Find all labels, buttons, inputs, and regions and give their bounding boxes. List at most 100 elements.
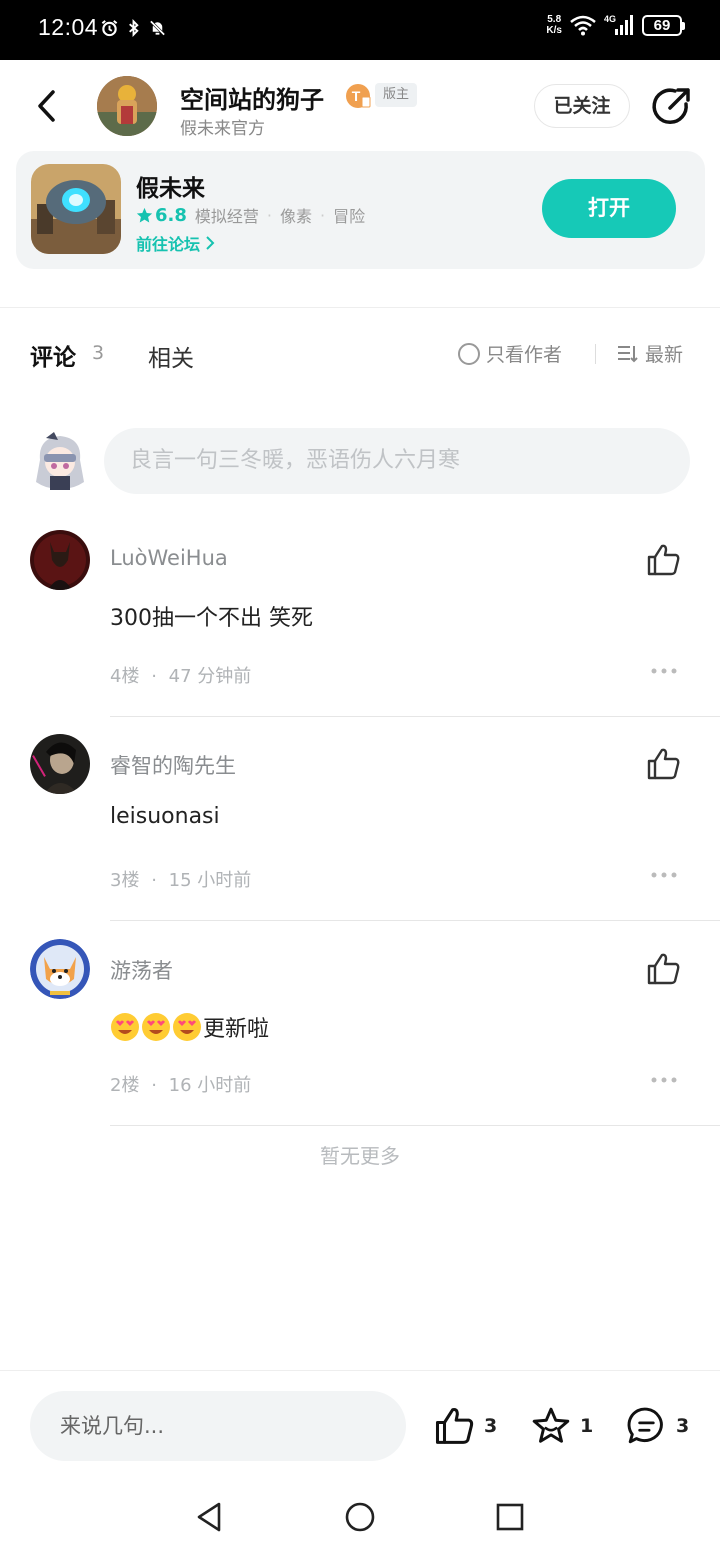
- sort-icon: [618, 345, 638, 362]
- more-options-icon[interactable]: [650, 666, 678, 676]
- comment-text: leisuonasi: [110, 804, 220, 829]
- game-name: 假未来: [136, 176, 205, 202]
- system-nav-bar: [0, 1480, 720, 1554]
- commenter-avatar[interactable]: [30, 530, 90, 590]
- share-icon[interactable]: [648, 84, 694, 130]
- comment-text-row: 更新啦: [110, 1011, 269, 1043]
- back-arrow-icon[interactable]: [28, 86, 68, 126]
- battery-indicator: 69: [642, 14, 685, 36]
- favorite-button[interactable]: 1: [530, 1405, 593, 1447]
- nav-back-icon[interactable]: [193, 1500, 227, 1534]
- like-button[interactable]: 3: [434, 1405, 497, 1447]
- thumbs-up-icon: [435, 1407, 474, 1444]
- comment-item: 睿智的陶先生 leisuonasi 3楼 · 15 小时前: [0, 720, 720, 924]
- comment-tabs: 评论 3 相关 只看作者 最新: [0, 330, 720, 380]
- comment-input[interactable]: 良言一句三冬暖，恶语伤人六月寒: [104, 428, 690, 494]
- nav-recents-icon[interactable]: [493, 1500, 527, 1534]
- comment-meta: 3楼 · 15 小时前: [110, 866, 251, 892]
- comment-count: 3: [676, 1415, 690, 1437]
- game-tag: 模拟经营: [194, 207, 259, 226]
- comment-text: 更新啦: [203, 1017, 270, 1042]
- network-speed-value: 5.8: [547, 14, 562, 25]
- nav-home-icon[interactable]: [343, 1500, 377, 1534]
- game-card[interactable]: 假未来 6.8 模拟经营 · 像素 · 冒险 前往论坛 打开: [16, 151, 705, 269]
- radio-circle-icon: [458, 342, 480, 365]
- current-user-avatar: [32, 430, 88, 494]
- tag-separator: ·: [266, 205, 272, 225]
- game-icon[interactable]: [31, 164, 121, 254]
- signal-icon: [615, 15, 633, 35]
- status-bar: 12:04 5.8 K/s 4G 69: [0, 0, 720, 60]
- like-count: 3: [484, 1415, 498, 1437]
- comment-divider: [110, 716, 720, 717]
- game-meta: 6.8 模拟经营 · 像素 · 冒险: [136, 203, 365, 227]
- comment-time: 15 小时前: [168, 870, 252, 891]
- post-header: 空间站的狗子 T 版主 假未来官方 已关注: [0, 60, 720, 150]
- only-author-toggle[interactable]: 只看作者: [458, 340, 562, 367]
- commenter-avatar[interactable]: [30, 734, 90, 794]
- network-speed-unit: K/s: [546, 25, 562, 36]
- game-tag: 像素: [280, 207, 313, 226]
- comment-time: 16 小时前: [168, 1075, 252, 1096]
- heart-eyes-emoji-icon: [111, 1013, 139, 1041]
- more-options-icon[interactable]: [650, 1075, 678, 1085]
- wifi-icon: [570, 15, 596, 36]
- meta-separator: ·: [151, 1075, 157, 1096]
- comment-meta: 2楼 · 16 小时前: [110, 1071, 251, 1097]
- game-score-value: 6.8: [155, 204, 187, 226]
- network-speed: 5.8 K/s: [546, 14, 562, 36]
- chevron-right-icon: [206, 236, 215, 250]
- status-icons-right: 5.8 K/s 4G 69: [546, 14, 685, 36]
- level-badge-letter: T: [352, 88, 361, 104]
- game-tag: 冒险: [333, 207, 366, 226]
- comment-floor: 4楼: [110, 666, 140, 687]
- alarm-icon: [101, 20, 118, 37]
- tab-comments[interactable]: 评论: [30, 338, 76, 372]
- comment-floor: 3楼: [110, 870, 140, 891]
- comment-meta: 4楼 · 47 分钟前: [110, 662, 251, 688]
- thumbs-up-icon[interactable]: [646, 951, 682, 987]
- comment-button[interactable]: 3: [626, 1405, 689, 1447]
- open-game-button[interactable]: 打开: [542, 179, 676, 238]
- comment-divider: [110, 920, 720, 921]
- status-icons-left: [100, 17, 167, 39]
- bottom-action-bar: 来说几句... 3 1 3: [0, 1370, 720, 1480]
- chat-bubble-icon: [627, 1407, 663, 1444]
- comment-text: 300抽一个不出 笑死: [110, 606, 313, 631]
- forum-link[interactable]: 前往论坛: [136, 231, 216, 255]
- author-avatar[interactable]: [97, 76, 157, 136]
- moderator-badge: 版主: [375, 83, 418, 107]
- commenter-avatar[interactable]: [30, 939, 90, 999]
- comment-divider: [110, 1125, 720, 1126]
- tag-separator: ·: [320, 205, 326, 225]
- favorite-count: 1: [580, 1415, 594, 1437]
- author-name[interactable]: 空间站的狗子: [180, 80, 324, 115]
- tab-related[interactable]: 相关: [148, 339, 194, 373]
- comment-item: 游荡者 更新啦 2楼 · 16 小时前: [0, 925, 720, 1129]
- game-score: 6.8: [136, 205, 187, 226]
- no-more-label: 暂无更多: [320, 1144, 400, 1168]
- author-subtitle: 假未来官方: [180, 119, 265, 139]
- network-type: 4G: [603, 14, 616, 24]
- commenter-name[interactable]: 游荡者: [110, 955, 173, 985]
- more-options-icon[interactable]: [650, 870, 678, 880]
- forum-link-label: 前往论坛: [136, 235, 201, 254]
- star-icon: [136, 207, 153, 222]
- comment-time: 47 分钟前: [168, 666, 252, 687]
- sort-button[interactable]: 最新: [617, 340, 683, 367]
- follow-button[interactable]: 已关注: [534, 84, 630, 128]
- mute-bell-icon: [149, 20, 166, 36]
- commenter-name[interactable]: 睿智的陶先生: [110, 750, 236, 780]
- comment-floor: 2楼: [110, 1075, 140, 1096]
- star-outline-icon: [532, 1407, 570, 1443]
- section-divider: [0, 307, 720, 308]
- only-author-label: 只看作者: [486, 344, 563, 366]
- sort-separator: [595, 344, 596, 364]
- comment-item: LuòWeiHua 300抽一个不出 笑死 4楼 · 47 分钟前: [0, 516, 720, 720]
- commenter-name[interactable]: LuòWeiHua: [110, 546, 228, 570]
- reply-input[interactable]: 来说几句...: [30, 1391, 406, 1461]
- heart-eyes-emoji-icon: [173, 1013, 201, 1041]
- thumbs-up-icon[interactable]: [646, 542, 682, 578]
- status-time: 12:04: [38, 14, 99, 40]
- thumbs-up-icon[interactable]: [646, 746, 682, 782]
